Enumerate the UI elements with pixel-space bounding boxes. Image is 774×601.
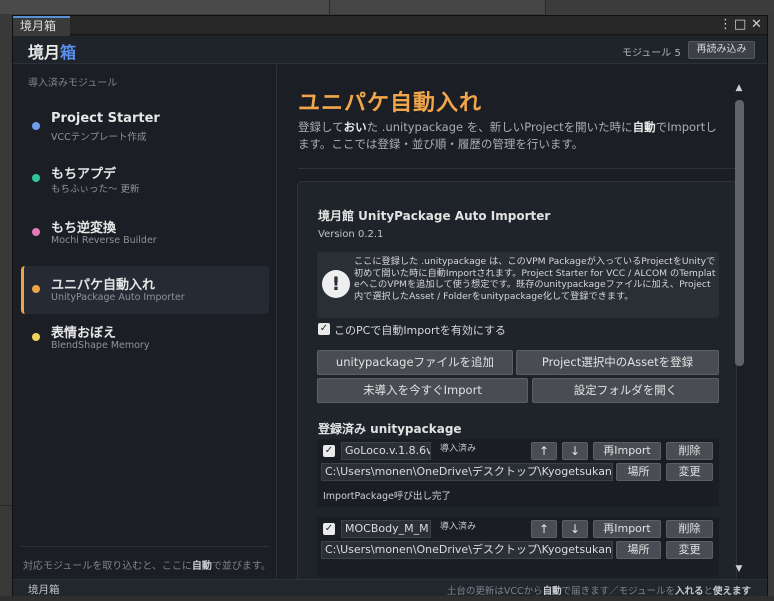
- registered-section-title: 登録済み unitypackage: [318, 422, 462, 436]
- status-dot: [32, 174, 40, 182]
- background-editor-left: [0, 14, 12, 601]
- window-tab[interactable]: 境月箱: [13, 16, 70, 36]
- status-dot: [32, 122, 40, 130]
- sidebar-item-title: もち逆変換: [51, 221, 117, 236]
- sidebar-footer: 対応モジュールを取り込むと、ここに自動で並びます。: [23, 561, 271, 572]
- background-editor-strip: [0, 0, 774, 14]
- editor-window: 境月箱 ⋮ □ ✕ 境月箱 モジュール 5 再読み込み 導入済みモジュール Pr…: [12, 15, 768, 597]
- sidebar-item-project-starter[interactable]: Project Starter VCCテンプレート作成: [21, 103, 269, 151]
- version-label: Version 0.2.1: [318, 229, 384, 240]
- locate-button[interactable]: 場所: [616, 541, 661, 559]
- sidebar-item-title: もちアプデ: [51, 167, 117, 182]
- package-name-field[interactable]: GoLoco.v.1.8.6v: [341, 442, 431, 460]
- sidebar-item-mochi-update[interactable]: もちアプデ もちふぃった〜 更新: [21, 155, 269, 203]
- move-up-button[interactable]: ↑: [531, 442, 557, 460]
- sidebar-divider: [21, 546, 269, 547]
- vertical-scrollbar[interactable]: ▲ ▼: [733, 82, 745, 580]
- exclamation-icon: !: [322, 270, 350, 298]
- divider: [298, 168, 738, 169]
- tab-bar: 境月箱 ⋮ □ ✕: [13, 16, 767, 36]
- package-row: ✓ GoLoco.v.1.8.6v 導入済み ↑ ↓ 再Import 削除 C:…: [317, 439, 719, 507]
- scroll-down-icon[interactable]: ▼: [733, 564, 745, 574]
- package-path-field[interactable]: C:\Users\monen\OneDrive\デスクトップ\Kyogetsuk…: [321, 463, 613, 481]
- page-description: 登録しておいた .unitypackage を、新しいProjectを開いた時に…: [298, 120, 717, 151]
- reimport-button[interactable]: 再Import: [593, 442, 661, 460]
- brand-title: 境月箱: [28, 39, 76, 63]
- installed-badge: 導入済み: [440, 444, 477, 454]
- main-content: ユニパケ自動入れ 登録しておいた .unitypackage を、新しいProj…: [278, 65, 767, 579]
- package-enabled-checkbox[interactable]: ✓: [323, 445, 335, 457]
- sidebar-item-subtitle: Mochi Reverse Builder: [51, 235, 157, 246]
- info-text: ここに登録した .unitypackage は、このVPM Packageが入っ…: [354, 256, 716, 302]
- sidebar-item-title: ユニパケ自動入れ: [51, 278, 156, 293]
- change-path-button[interactable]: 変更: [666, 463, 713, 481]
- maximize-icon[interactable]: □: [734, 17, 746, 33]
- add-unitypackage-button[interactable]: unitypackageファイルを追加: [317, 350, 513, 375]
- delete-button[interactable]: 削除: [666, 442, 713, 460]
- status-app-name: 境月箱: [28, 584, 60, 596]
- close-icon[interactable]: ✕: [751, 17, 762, 33]
- delete-button[interactable]: 削除: [666, 520, 713, 538]
- import-status: ImportPackage呼び出し完了: [323, 491, 451, 502]
- menu-icon[interactable]: ⋮: [719, 17, 732, 33]
- status-message: 土台の更新はVCCから自動で届きます／モジュールを入れると使えます: [446, 586, 751, 597]
- status-dot: [32, 285, 40, 293]
- page-title: ユニパケ自動入れ: [298, 91, 483, 116]
- module-count: モジュール 5: [622, 48, 681, 59]
- register-selected-asset-button[interactable]: Project選択中のAssetを登録: [516, 350, 719, 375]
- package-enabled-checkbox[interactable]: ✓: [323, 523, 335, 535]
- sidebar-item-title: 表情おぼえ: [51, 326, 117, 341]
- move-down-button[interactable]: ↓: [562, 520, 588, 538]
- package-row: ✓ MOCBody_M_M 導入済み ↑ ↓ 再Import 削除 C:\Use…: [317, 517, 719, 577]
- sidebar-item-title: Project Starter: [51, 111, 160, 126]
- move-down-button[interactable]: ↓: [562, 442, 588, 460]
- info-box: ! ここに登録した .unitypackage は、このVPM Packageが…: [317, 252, 719, 318]
- sidebar-item-subtitle: もちふぃった〜 更新: [51, 184, 140, 195]
- import-now-button[interactable]: 未導入を今すぐImport: [317, 378, 528, 403]
- sidebar-item-subtitle: UnityPackage Auto Importer: [51, 292, 185, 303]
- brand-accent: 箱: [60, 43, 77, 62]
- auto-import-label: このPCで自動Importを有効にする: [334, 324, 506, 337]
- open-settings-folder-button[interactable]: 設定フォルダを開く: [532, 378, 719, 403]
- auto-import-checkbox[interactable]: ✓: [318, 323, 330, 335]
- sidebar-item-blendshape-memory[interactable]: 表情おぼえ BlendShape Memory: [21, 314, 269, 362]
- sidebar: 導入済みモジュール Project Starter VCCテンプレート作成 もち…: [13, 65, 277, 579]
- brand-main: 境月: [28, 43, 61, 62]
- app-header: 境月箱 モジュール 5 再読み込み: [13, 36, 767, 64]
- package-path-field[interactable]: C:\Users\monen\OneDrive\デスクトップ\Kyogetsuk…: [321, 541, 613, 559]
- package-name-field[interactable]: MOCBody_M_M: [341, 520, 431, 538]
- scrollbar-thumb[interactable]: [735, 100, 744, 366]
- sidebar-item-unipack-auto[interactable]: ユニパケ自動入れ UnityPackage Auto Importer: [21, 266, 269, 314]
- card-title: 境月館 UnityPackage Auto Importer: [318, 209, 551, 223]
- status-dot: [32, 333, 40, 341]
- locate-button[interactable]: 場所: [616, 463, 661, 481]
- sidebar-item-mochi-reverse[interactable]: もち逆変換 Mochi Reverse Builder: [21, 209, 269, 257]
- status-dot: [32, 228, 40, 236]
- sidebar-item-subtitle: VCCテンプレート作成: [51, 132, 147, 143]
- sidebar-heading: 導入済みモジュール: [28, 78, 118, 89]
- status-bar: 境月箱 土台の更新はVCCから自動で届きます／モジュールを入れると使えます: [13, 579, 767, 597]
- sidebar-item-subtitle: BlendShape Memory: [51, 340, 150, 351]
- installed-badge: 導入済み: [440, 522, 477, 532]
- reload-button[interactable]: 再読み込み: [688, 41, 755, 59]
- importer-card: 境月館 UnityPackage Auto Importer Version 0…: [297, 181, 737, 579]
- reimport-button[interactable]: 再Import: [593, 520, 661, 538]
- move-up-button[interactable]: ↑: [531, 520, 557, 538]
- change-path-button[interactable]: 変更: [666, 541, 713, 559]
- scroll-up-icon[interactable]: ▲: [733, 83, 745, 93]
